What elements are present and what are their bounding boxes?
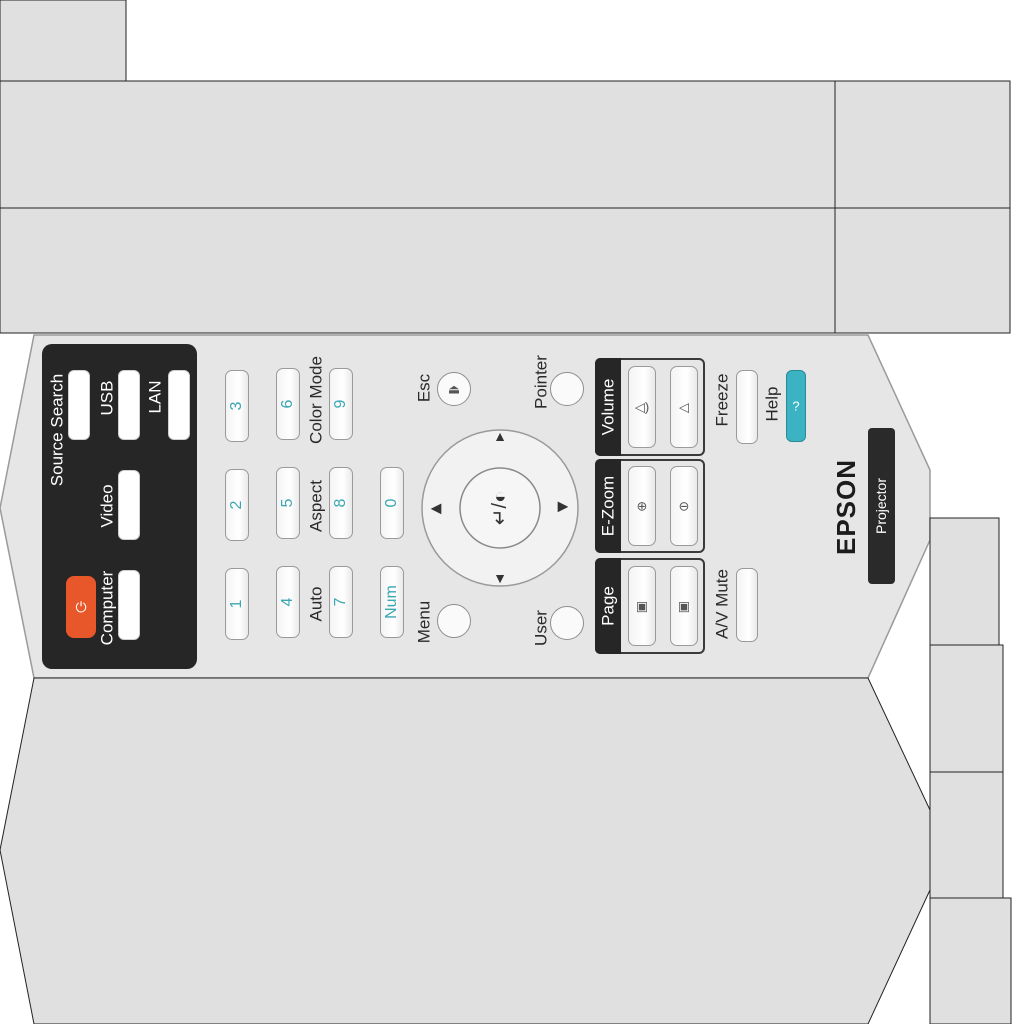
page-up-button[interactable]: ▣: [628, 566, 656, 646]
aspect-label: Aspect: [306, 480, 326, 532]
pointer-label: Pointer: [531, 355, 551, 409]
panel-right-4: [929, 897, 1012, 1024]
usb-button[interactable]: [118, 370, 140, 440]
volume-label: Volume: [598, 378, 618, 436]
key-7-label: 7: [332, 597, 349, 607]
panel-top-left: [0, 0, 127, 82]
volume-down-icon: ◁): [634, 399, 650, 415]
volume-up-icon: ◁: [679, 399, 689, 415]
computer-button[interactable]: [118, 570, 140, 640]
power-button[interactable]: ⏻: [66, 576, 96, 638]
key-2-label: 2: [228, 500, 245, 510]
esc-button[interactable]: ⏏: [437, 372, 471, 406]
video-label: Video: [97, 484, 117, 528]
volume-up-button[interactable]: ◁: [670, 366, 698, 448]
brand-logo: EPSON: [831, 458, 861, 556]
av-mute-label: A/V Mute: [712, 569, 732, 639]
user-label: User: [531, 610, 551, 646]
auto-label: Auto: [306, 586, 326, 622]
computer-label: Computer: [97, 570, 117, 646]
freeze-label: Freeze: [712, 373, 732, 427]
ezoom-in-button[interactable]: ⊕: [628, 466, 656, 546]
arrow-up-icon[interactable]: ▲: [493, 428, 507, 444]
page-label: Page: [598, 586, 618, 626]
key-9-label: 9: [332, 399, 349, 409]
product-label: Projector: [873, 477, 889, 535]
key-0-label: 0: [383, 498, 400, 508]
freeze-button[interactable]: [736, 370, 758, 444]
pointer-button[interactable]: [550, 372, 584, 406]
key-4-label: 4: [279, 597, 296, 607]
esc-label: Esc: [414, 373, 434, 403]
volume-down-button[interactable]: ◁): [628, 366, 656, 448]
av-mute-button[interactable]: [736, 568, 758, 642]
usb-label: USB: [97, 380, 117, 416]
esc-icon: ⏏: [447, 381, 461, 397]
arrow-down-icon[interactable]: ▼: [493, 570, 507, 586]
user-button[interactable]: [550, 606, 584, 640]
color-mode-label: Color Mode: [306, 356, 326, 444]
ezoom-out-button[interactable]: ⊖: [670, 466, 698, 546]
help-button[interactable]: ?: [786, 370, 806, 442]
arrow-left-icon[interactable]: ◀: [431, 500, 442, 517]
zoom-in-icon: ⊕: [636, 498, 648, 514]
panel-right-1: [929, 517, 1000, 646]
panel-banner-lower-right: [834, 207, 1011, 334]
page-down-icon: ▣: [677, 598, 691, 614]
zoom-out-icon: ⊖: [678, 498, 690, 514]
panel-banner-upper: [0, 80, 836, 209]
panel-right-2: [929, 644, 1004, 773]
help-label: Help: [762, 386, 782, 422]
menu-label: Menu: [414, 600, 434, 644]
enter-icon: ↵/◐: [489, 490, 511, 526]
page-up-icon: ▣: [635, 598, 649, 614]
power-icon: ⏻: [75, 599, 87, 615]
key-6-label: 6: [279, 399, 296, 409]
lan-button[interactable]: [168, 370, 190, 440]
source-search-button[interactable]: [68, 370, 90, 440]
menu-button[interactable]: [437, 604, 471, 638]
arrow-right-icon[interactable]: ▶: [558, 498, 569, 515]
key-1-label: 1: [228, 599, 245, 609]
key-5-label: 5: [279, 498, 296, 508]
num-label: Num: [383, 585, 400, 619]
lan-label: LAN: [145, 380, 165, 414]
key-3-label: 3: [228, 401, 245, 411]
help-icon: ?: [792, 398, 800, 414]
key-8-label: 8: [332, 498, 349, 508]
video-button[interactable]: [118, 470, 140, 540]
source-search-label: Source Search: [47, 373, 67, 487]
ezoom-label: E-Zoom: [598, 475, 618, 537]
remote-reflection-shape: [0, 677, 931, 1024]
panel-right-3: [929, 771, 1004, 899]
panel-banner-upper-right: [834, 80, 1011, 209]
panel-banner-lower: [0, 207, 836, 334]
page-down-button[interactable]: ▣: [670, 566, 698, 646]
